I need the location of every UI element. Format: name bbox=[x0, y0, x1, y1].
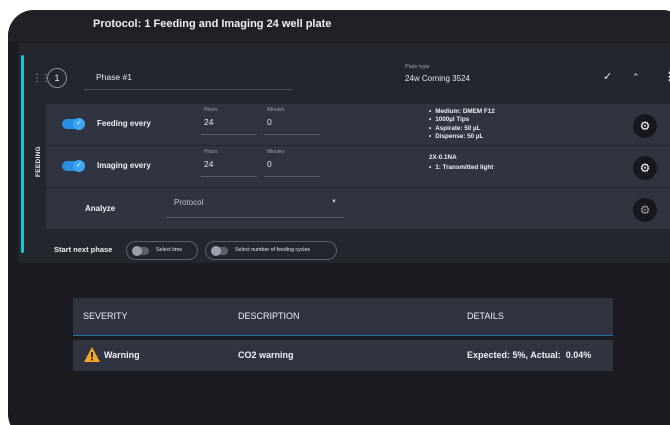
imaging-minutes-value: 0 bbox=[267, 159, 272, 169]
check-icon[interactable]: ✓ bbox=[603, 70, 612, 83]
phase-name-value: Phase #1 bbox=[96, 72, 132, 82]
imaging-minutes-input[interactable]: 0 bbox=[264, 155, 320, 177]
select-cycles-switch[interactable] bbox=[211, 246, 228, 256]
feeding-toggle[interactable]: ✓ bbox=[62, 118, 85, 130]
gear-icon: ⚙ bbox=[639, 119, 651, 133]
imaging-details: 2X-0.1NA 1: Transmitted light bbox=[429, 154, 493, 173]
table-row[interactable]: Warning CO2 warning Expected: 5%, Actual… bbox=[73, 340, 613, 371]
column-details: DETAILS bbox=[467, 311, 504, 321]
phase-accent-bar bbox=[21, 55, 24, 253]
column-description: DESCRIPTION bbox=[238, 311, 300, 321]
warnings-table-header: SEVERITY DESCRIPTION DETAILS bbox=[73, 298, 613, 336]
imaging-settings-button[interactable]: ⚙ bbox=[633, 156, 657, 180]
gear-icon: ⚙ bbox=[639, 161, 651, 175]
imaging-label: Imaging every bbox=[97, 161, 151, 170]
phase-card: ⋮⋮ 1 Phase #1 Plate type 24w Corning 352… bbox=[18, 43, 670, 263]
select-time-switch[interactable] bbox=[132, 246, 149, 256]
feeding-detail-dispense: Dispense: 50 µL bbox=[429, 133, 495, 141]
description-cell: CO2 warning bbox=[238, 350, 294, 360]
feeding-hours-input[interactable]: 24 bbox=[201, 113, 257, 135]
start-next-phase-label: Start next phase bbox=[54, 245, 113, 254]
protocol-title: Protocol: 1 Feeding and Imaging 24 well … bbox=[93, 18, 332, 30]
select-cycles-label: Select number of feeding cycles bbox=[235, 247, 311, 253]
feeding-detail-medium: Medium: DMEM F12 bbox=[429, 108, 494, 116]
column-severity: SEVERITY bbox=[83, 311, 128, 321]
feeding-hours-value: 24 bbox=[204, 117, 214, 127]
feeding-detail-tips: 1000µl Tips bbox=[429, 116, 495, 124]
feeding-row: ✓ Feeding every Hours 24 Minutes 0 Mediu… bbox=[46, 104, 670, 145]
feeding-minutes-input[interactable]: 0 bbox=[264, 113, 320, 135]
analyze-protocol-select[interactable]: Protocol ▼ bbox=[166, 192, 344, 218]
phase-steps: ✓ Feeding every Hours 24 Minutes 0 Mediu… bbox=[46, 104, 670, 230]
warning-icon bbox=[84, 347, 100, 362]
plate-type-value[interactable]: 24w Corning 3524 bbox=[405, 74, 470, 83]
feeding-detail-aspirate: Aspirate: 50 µL bbox=[429, 125, 495, 133]
feeding-details: Medium: DMEM F12 1000µl Tips Aspirate: 5… bbox=[429, 108, 495, 141]
plate-type-label: Plate type bbox=[405, 64, 430, 70]
imaging-hours-input[interactable]: 24 bbox=[201, 155, 257, 177]
gear-icon: ⚙ bbox=[639, 203, 651, 217]
more-vertical-icon[interactable]: ⋮ bbox=[664, 70, 670, 83]
feeding-minutes-value: 0 bbox=[267, 117, 272, 127]
analyze-row: Analyze Protocol ▼ ⚙ bbox=[46, 188, 670, 229]
select-time-option[interactable]: Select time bbox=[126, 241, 198, 260]
analyze-protocol-value: Protocol bbox=[174, 198, 204, 207]
imaging-detail-channel: 1: Transmitted light bbox=[429, 164, 493, 172]
imaging-objective: 2X-0.1NA bbox=[429, 154, 457, 161]
severity-cell: Warning bbox=[104, 350, 140, 360]
chevron-up-icon[interactable]: ⌃ bbox=[632, 72, 640, 83]
details-cell: Expected: 5%, Actual: 0.04% bbox=[467, 350, 592, 360]
analyze-settings-button[interactable]: ⚙ bbox=[633, 198, 657, 222]
phase-number-badge: 1 bbox=[47, 68, 67, 88]
check-icon: ✓ bbox=[73, 118, 85, 130]
app-window: Protocol: 1 Feeding and Imaging 24 well … bbox=[8, 10, 670, 425]
top-bar: Protocol: 1 Feeding and Imaging 24 well … bbox=[8, 10, 670, 42]
feeding-settings-button[interactable]: ⚙ bbox=[633, 114, 657, 138]
analyze-label: Analyze bbox=[85, 204, 116, 213]
caret-down-icon: ▼ bbox=[331, 199, 337, 205]
feeding-label: Feeding every bbox=[97, 119, 151, 128]
imaging-toggle[interactable]: ✓ bbox=[62, 160, 85, 172]
imaging-hours-value: 24 bbox=[204, 159, 214, 169]
imaging-row: ✓ Imaging every Hours 24 Minutes 0 2X-0.… bbox=[46, 146, 670, 187]
select-time-label: Select time bbox=[156, 247, 183, 253]
check-icon: ✓ bbox=[73, 160, 85, 172]
phase-name-input[interactable]: Phase #1 bbox=[84, 66, 292, 90]
select-cycles-option[interactable]: Select number of feeding cycles bbox=[205, 241, 337, 260]
